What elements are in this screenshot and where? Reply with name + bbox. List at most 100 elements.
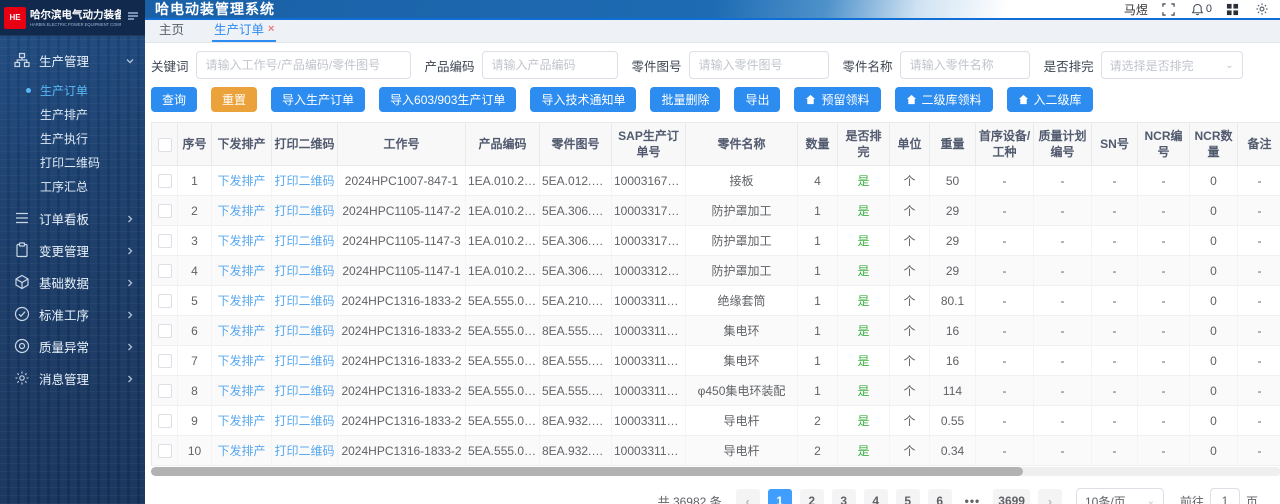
print-qrcode-link[interactable]: 打印二维码: [274, 294, 334, 308]
dispatch-link[interactable]: 下发排产: [217, 264, 265, 278]
sidebar-item-生产订单[interactable]: 生产订单: [0, 78, 145, 102]
goto-page-input[interactable]: [1209, 488, 1240, 504]
入二级库-button[interactable]: 入二级库: [1006, 87, 1093, 112]
sidebar-group-变更管理[interactable]: 变更管理: [0, 234, 145, 266]
tab-生产订单[interactable]: 生产订单 ×: [212, 16, 277, 42]
dispatch-link[interactable]: 下发排产: [217, 444, 265, 458]
导入技术通知单-button[interactable]: 导入技术通知单: [530, 87, 637, 112]
row-checkbox[interactable]: [157, 444, 172, 459]
sidebar-collapse-icon[interactable]: [125, 7, 141, 29]
cell-qty: 1: [797, 345, 838, 377]
page-button-1[interactable]: 1: [767, 489, 792, 504]
column-header-首序设备/工种: 首序设备/工种: [975, 121, 1034, 167]
table-row: 7 下发排产 打印二维码 2024HPC1316-1833-2 5EA.555.0312…: [151, 345, 1280, 377]
filter-select-是否排完[interactable]: 请选择是否排完 ⌄: [1100, 51, 1243, 79]
sidebar-group-基础数据[interactable]: 基础数据: [0, 266, 145, 298]
预留领料-button[interactable]: 预留领料: [794, 87, 881, 112]
row-checkbox[interactable]: [157, 234, 172, 249]
sidebar-group-质量异常[interactable]: 质量异常: [0, 330, 145, 362]
print-qrcode-link[interactable]: 打印二维码: [274, 234, 334, 248]
print-qrcode-link[interactable]: 打印二维码: [274, 204, 334, 218]
查询-button[interactable]: 查询: [151, 87, 198, 112]
print-qrcode-link[interactable]: 打印二维码: [274, 354, 334, 368]
row-checkbox[interactable]: [157, 354, 172, 369]
row-checkbox[interactable]: [157, 384, 172, 399]
重置-button[interactable]: 重置: [211, 87, 258, 112]
horizontal-scrollbar[interactable]: [151, 467, 1280, 477]
row-checkbox[interactable]: [157, 264, 172, 279]
pages-ellipsis[interactable]: •••: [960, 489, 986, 504]
sidebar-group-生产管理[interactable]: 生产管理: [0, 44, 145, 76]
page-button-2[interactable]: 2: [799, 489, 824, 504]
user-name[interactable]: 马煜: [1124, 1, 1148, 18]
print-qrcode-link[interactable]: 打印二维码: [274, 174, 334, 188]
column-header-单位: 单位: [889, 121, 930, 167]
dispatch-link[interactable]: 下发排产: [217, 294, 265, 308]
cell-first_device: -: [975, 315, 1034, 347]
settings-gear-icon[interactable]: [1255, 2, 1270, 17]
notification-bell[interactable]: 0: [1191, 3, 1212, 16]
sidebar-item-生产执行[interactable]: 生产执行: [0, 126, 145, 150]
next-page-button[interactable]: ›: [1037, 489, 1062, 504]
scrollbar-thumb[interactable]: [151, 467, 1023, 477]
filter-row: 关键词 产品编码 零件图号 零件名称 是否排完请选择是否排完 ⌄: [151, 51, 1272, 79]
cell-product_code: 5EA.555.0312: [465, 345, 540, 377]
prev-page-button[interactable]: ‹: [735, 489, 760, 504]
cell-work_no: 2024HPC1316-1833-2: [337, 285, 466, 317]
button-label: 入二级库: [1033, 93, 1082, 107]
print-qrcode-link[interactable]: 打印二维码: [274, 324, 334, 338]
filter-input-产品编码[interactable]: [481, 51, 618, 79]
二级库领料-button[interactable]: 二级库领料: [894, 87, 993, 112]
cell-ncr_no: -: [1137, 165, 1190, 197]
sidebar-item-打印二维码[interactable]: 打印二维码: [0, 150, 145, 174]
sidebar-group-消息管理[interactable]: 消息管理: [0, 362, 145, 394]
dispatch-link[interactable]: 下发排产: [217, 234, 265, 248]
page-button-5[interactable]: 5: [895, 489, 920, 504]
page-button-3699[interactable]: 3699: [993, 489, 1030, 504]
filter-input-关键词[interactable]: [195, 51, 411, 79]
cell-seq: 4: [177, 255, 212, 287]
sidebar-item-工序汇总[interactable]: 工序汇总: [0, 174, 145, 198]
page-button-6[interactable]: 6: [927, 489, 952, 504]
dispatch-link[interactable]: 下发排产: [217, 204, 265, 218]
filter-产品编码: 产品编码: [425, 51, 618, 79]
导入603/903生产订单-button[interactable]: 导入603/903生产订单: [379, 87, 517, 112]
fullscreen-icon[interactable]: [1162, 2, 1177, 17]
sidebar-group-订单看板[interactable]: 订单看板: [0, 202, 145, 234]
row-checkbox[interactable]: [157, 204, 172, 219]
批量删除-button[interactable]: 批量删除: [650, 87, 721, 112]
cell-sn: -: [1091, 315, 1138, 347]
filter-input-零件名称[interactable]: [899, 51, 1030, 79]
page-button-3[interactable]: 3: [831, 489, 856, 504]
apps-grid-icon[interactable]: [1226, 2, 1241, 17]
filter-input-零件图号[interactable]: [688, 51, 829, 79]
print-qrcode-link[interactable]: 打印二维码: [274, 444, 334, 458]
page-size-select[interactable]: 10条/页 ⌄: [1075, 488, 1164, 504]
print-qrcode-link[interactable]: 打印二维码: [274, 384, 334, 398]
导入生产订单-button[interactable]: 导入生产订单: [271, 87, 366, 112]
column-header-备注: 备注: [1237, 121, 1280, 167]
dispatch-link[interactable]: 下发排产: [217, 414, 265, 428]
cell-seq: 5: [177, 285, 212, 317]
dispatch-link[interactable]: 下发排产: [217, 354, 265, 368]
row-checkbox[interactable]: [157, 294, 172, 309]
pagination-total: 共 36982 条: [657, 494, 722, 504]
tab-close-icon[interactable]: ×: [268, 23, 274, 35]
row-checkbox[interactable]: [157, 414, 172, 429]
导出-button[interactable]: 导出: [734, 87, 781, 112]
dispatch-link[interactable]: 下发排产: [217, 324, 265, 338]
dispatch-link[interactable]: 下发排产: [217, 174, 265, 188]
row-checkbox[interactable]: [157, 324, 172, 339]
tab-主页[interactable]: 主页: [157, 16, 186, 42]
cell-product_code: 5EA.555.0312: [465, 375, 540, 407]
dispatch-link[interactable]: 下发排产: [217, 384, 265, 398]
select-all-checkbox[interactable]: [157, 137, 172, 152]
page-button-4[interactable]: 4: [863, 489, 888, 504]
sidebar-group-标准工序[interactable]: 标准工序: [0, 298, 145, 330]
row-checkbox[interactable]: [157, 174, 172, 189]
cell-ncr_no: -: [1137, 285, 1190, 317]
sidebar-item-生产排产[interactable]: 生产排产: [0, 102, 145, 126]
print-qrcode-link[interactable]: 打印二维码: [274, 264, 334, 278]
cell-ncr_qty: 0: [1189, 225, 1238, 257]
print-qrcode-link[interactable]: 打印二维码: [274, 414, 334, 428]
